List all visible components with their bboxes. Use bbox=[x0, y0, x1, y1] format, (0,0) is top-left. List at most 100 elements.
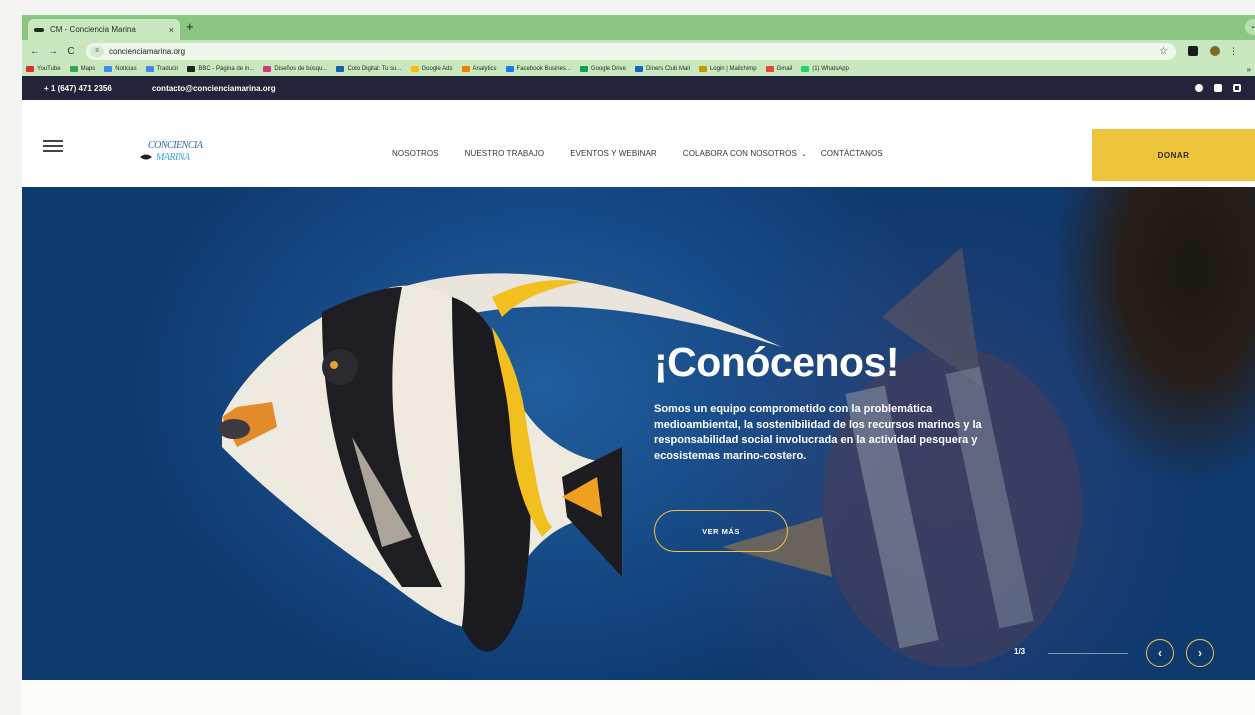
chevron-left-icon: ‹ bbox=[1158, 646, 1162, 660]
bookmark-label: Traducir bbox=[156, 66, 179, 72]
bookmark-item[interactable]: Noticias bbox=[104, 66, 137, 72]
tab-search-button[interactable]: ⌄ bbox=[1245, 19, 1255, 35]
bookmark-item[interactable]: Diseños de búsqu... bbox=[263, 66, 327, 72]
site-favicon-icon bbox=[34, 27, 44, 32]
nav-contactanos[interactable]: CONTÁCTANOS bbox=[821, 149, 883, 158]
new-tab-button[interactable]: + bbox=[186, 20, 194, 34]
bookmark-label: Gmail bbox=[776, 66, 793, 72]
bookmark-item[interactable]: Gmail bbox=[765, 66, 793, 72]
meta-icon bbox=[505, 66, 514, 72]
bookmark-item[interactable]: Maps bbox=[69, 66, 96, 72]
bookmark-label: YouTube bbox=[37, 66, 61, 72]
nav-nuestro-trabajo[interactable]: NUESTRO TRABAJO bbox=[465, 149, 545, 158]
tab-conciencia-marina[interactable]: CM - Conciencia Marina × bbox=[28, 19, 180, 40]
site-logo[interactable]: CONCIENCIA MARINA bbox=[138, 135, 208, 165]
bookmark-label: Google Drive bbox=[590, 66, 626, 72]
hero-title: ¡Conócenos! bbox=[654, 339, 900, 385]
drive-icon bbox=[579, 66, 588, 72]
tab-close-icon[interactable]: × bbox=[169, 25, 174, 35]
hero-description: Somos un equipo comprometido con la prob… bbox=[654, 403, 982, 462]
site-header: CONCIENCIA MARINA NOSOTROS NUESTRO TRABA… bbox=[22, 100, 1255, 187]
logo-text-bottom: MARINA bbox=[155, 152, 191, 163]
browser-window: CM - Conciencia Marina × + ⌄ ← → C ≡ con… bbox=[22, 15, 1255, 715]
bookmark-star-icon[interactable]: ☆ bbox=[1159, 46, 1168, 57]
facebook-icon[interactable] bbox=[1195, 84, 1203, 92]
slider-prev-button[interactable]: ‹ bbox=[1146, 639, 1174, 667]
mailchimp-icon bbox=[698, 66, 707, 72]
bookmark-item[interactable]: (1) WhatsApp bbox=[801, 66, 849, 72]
logo-fish-icon bbox=[140, 154, 152, 160]
bookmark-label: Coto Digital: Tu su... bbox=[347, 66, 402, 72]
back-button[interactable]: ← bbox=[26, 46, 44, 57]
whatsapp-icon bbox=[801, 66, 810, 72]
bookmark-label: Maps bbox=[80, 66, 96, 72]
profile-avatar-icon[interactable] bbox=[1210, 46, 1220, 56]
ver-mas-button[interactable]: VER MÁS bbox=[654, 510, 788, 552]
hero-slider: ¡Conócenos! Somos un equipo comprometido… bbox=[22, 187, 1255, 680]
bookmark-label: Diseños de búsqu... bbox=[274, 66, 328, 72]
bookmark-label: Noticias bbox=[115, 66, 137, 72]
main-nav: NOSOTROS NUESTRO TRABAJO EVENTOS Y WEBIN… bbox=[392, 149, 909, 158]
bookmark-label: Facebook Busines... bbox=[516, 66, 571, 72]
bookmark-item[interactable]: Google Ads bbox=[410, 66, 453, 72]
analytics-icon bbox=[461, 66, 470, 72]
nav-nosotros[interactable]: NOSOTROS bbox=[392, 149, 439, 158]
contact-email[interactable]: contacto@concienciamarina.org bbox=[152, 84, 276, 93]
slide-counter: 1/3 bbox=[1014, 647, 1026, 656]
google-ads-icon bbox=[410, 66, 419, 72]
tab-strip: CM - Conciencia Marina × + ⌄ bbox=[22, 15, 1255, 40]
social-links bbox=[1195, 84, 1241, 92]
browser-toolbar: ← → C ≡ concienciamarina.org ☆ ⋮ bbox=[22, 40, 1255, 62]
bookmark-item[interactable]: YouTube bbox=[26, 66, 61, 72]
donate-button[interactable]: DONAR bbox=[1092, 129, 1255, 181]
chevron-right-icon: › bbox=[1198, 646, 1202, 660]
next-section bbox=[22, 680, 1255, 715]
hamburger-menu-icon[interactable] bbox=[43, 140, 63, 155]
url-text[interactable]: concienciamarina.org bbox=[109, 47, 185, 56]
bookmark-item[interactable]: Diners Club Mall bbox=[634, 66, 690, 72]
site-topbar: + 1 (647) 471 2356 contacto@concienciama… bbox=[22, 76, 1255, 100]
bookmark-label: (1) WhatsApp bbox=[812, 66, 849, 72]
browser-menu-icon[interactable]: ⋮ bbox=[1229, 46, 1238, 57]
maps-icon bbox=[69, 66, 78, 72]
contact-phone[interactable]: + 1 (647) 471 2356 bbox=[44, 84, 112, 93]
coto-icon bbox=[336, 66, 345, 72]
bookmark-item[interactable]: Traducir bbox=[145, 66, 179, 72]
translate-icon bbox=[145, 66, 154, 72]
design-icon bbox=[263, 66, 272, 72]
chevron-down-icon: ⌄ bbox=[800, 151, 807, 158]
bookmarks-overflow-button[interactable]: » bbox=[1247, 65, 1251, 74]
bookmark-label: Diners Club Mall bbox=[645, 66, 690, 72]
gmail-icon bbox=[765, 66, 774, 72]
instagram-icon[interactable] bbox=[1233, 84, 1241, 92]
bookmark-label: BBC - Página de in... bbox=[198, 66, 255, 72]
youtube-icon[interactable] bbox=[1214, 84, 1222, 92]
nav-eventos-webinar[interactable]: EVENTOS Y WEBINAR bbox=[570, 149, 657, 158]
bookmark-item[interactable]: Google Drive bbox=[579, 66, 626, 72]
site-info-icon[interactable]: ≡ bbox=[90, 45, 104, 57]
tab-title: CM - Conciencia Marina bbox=[50, 25, 136, 34]
bbc-icon bbox=[187, 66, 196, 72]
reload-button[interactable]: C bbox=[62, 46, 80, 57]
bookmarks-bar: YouTube Maps Noticias Traducir BBC - Página … bbox=[22, 62, 1255, 76]
address-bar[interactable]: ≡ concienciamarina.org ☆ bbox=[86, 42, 1176, 60]
bookmark-item[interactable]: Coto Digital: Tu su... bbox=[336, 66, 402, 72]
side-panel-icon[interactable] bbox=[1188, 46, 1198, 56]
nav-colabora-label: COLABORA CON NOSOTROS bbox=[682, 149, 797, 158]
bookmark-item[interactable]: BBC - Página de in... bbox=[187, 66, 254, 72]
news-icon bbox=[104, 66, 113, 72]
forward-button[interactable]: → bbox=[44, 46, 62, 57]
youtube-icon bbox=[26, 66, 34, 72]
bookmark-item[interactable]: Analytics bbox=[461, 66, 497, 72]
bookmark-item[interactable]: Login | Mailchimp bbox=[698, 66, 757, 72]
diners-icon bbox=[634, 66, 643, 72]
bookmark-item[interactable]: Facebook Busines... bbox=[505, 66, 571, 72]
bookmark-label: Login | Mailchimp bbox=[709, 66, 757, 72]
nav-colabora[interactable]: COLABORA CON NOSOTROS ⌄ bbox=[683, 149, 807, 158]
slider-next-button[interactable]: › bbox=[1186, 639, 1214, 667]
slide-progress-line bbox=[1048, 653, 1128, 654]
bookmark-label: Analytics bbox=[472, 66, 497, 72]
hero-fish-image bbox=[218, 247, 1082, 667]
bookmark-label: Google Ads bbox=[421, 66, 453, 72]
logo-text-top: CONCIENCIA bbox=[148, 140, 204, 151]
